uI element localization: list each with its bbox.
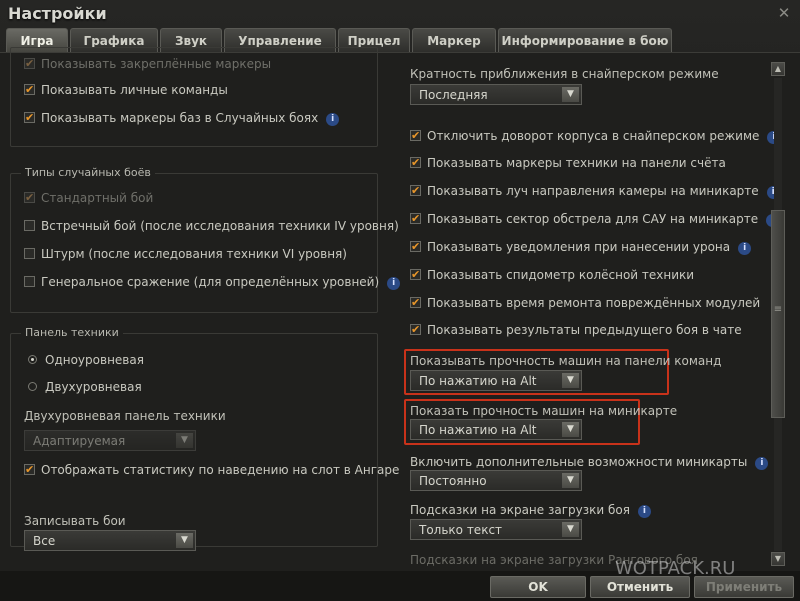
settings-window: Настройки ✕ Игра Графика Звук Управление… <box>0 0 800 601</box>
tab-battle-info[interactable]: Информирование в бою <box>498 28 672 52</box>
checkbox-icon[interactable] <box>24 220 35 231</box>
checkbox-grand-battle[interactable]: Генеральное сражение (для определённых у… <box>24 273 401 291</box>
minimap-hp-label: Показать прочность машин на миникарте <box>410 404 678 418</box>
radio-single-level[interactable]: Одноуровневая <box>28 351 144 369</box>
radio-icon[interactable] <box>28 382 37 391</box>
window-title: Настройки <box>8 4 107 23</box>
checkbox-spg-sector[interactable]: Показывать сектор обстрела для САУ на ми… <box>410 210 780 228</box>
checkbox-icon[interactable] <box>24 248 35 259</box>
minimap-hp-dropdown[interactable]: По нажатию на Alt ▼ <box>410 419 582 440</box>
chevron-down-icon[interactable]: ▼ <box>176 533 193 548</box>
checkbox-icon[interactable] <box>24 55 35 73</box>
checkbox-repair-time[interactable]: Показывать время ремонта повреждённых мо… <box>410 294 760 312</box>
minimap-extra-dropdown[interactable]: Постоянно ▼ <box>410 470 582 491</box>
checkbox-score-markers[interactable]: Показывать маркеры техники на панели счё… <box>410 154 726 172</box>
checkbox-icon[interactable] <box>410 266 421 284</box>
chevron-down-icon[interactable]: ▼ <box>562 473 579 488</box>
checkbox-prev-battle[interactable]: Показывать результаты предыдущего боя в … <box>410 321 742 339</box>
cancel-button[interactable]: Отменить <box>590 576 690 598</box>
record-battles-label: Записывать бои <box>24 514 126 528</box>
checkbox-icon <box>24 189 35 207</box>
info-icon[interactable]: i <box>738 242 752 255</box>
checkbox-standard-battle: Стандартный бой <box>24 189 153 207</box>
info-icon[interactable]: i <box>755 457 769 470</box>
watermark: WOTPACK.RU <box>615 558 736 579</box>
checkbox-icon[interactable] <box>410 294 421 312</box>
checkbox-personal-teams[interactable]: Показывать личные команды <box>24 81 228 99</box>
title-bar: Настройки ✕ <box>0 0 800 30</box>
checkbox-icon[interactable] <box>24 276 35 287</box>
chevron-down-icon[interactable]: ▼ <box>562 373 579 388</box>
loading-tips-label: Подсказки на экране загрузки боя i <box>410 501 651 519</box>
checkbox-icon[interactable] <box>410 238 421 256</box>
zoom-label: Кратность приближения в снайперском режи… <box>410 67 719 81</box>
apply-button[interactable]: Применить <box>694 576 794 598</box>
two-level-panel-label: Двухуровневая панель техники <box>24 409 226 423</box>
checkbox-icon[interactable] <box>24 461 35 479</box>
checkbox-damage-notify[interactable]: Показывать уведомления при нанесении уро… <box>410 238 752 256</box>
record-battles-dropdown[interactable]: Все ▼ <box>24 530 196 551</box>
team-hp-label: Показывать прочность машин на панели ком… <box>410 354 722 368</box>
checkbox-icon[interactable] <box>410 154 421 172</box>
chevron-down-icon[interactable]: ▼ <box>562 422 579 437</box>
checkbox-base-markers[interactable]: Показывать маркеры баз в Случайных бояхi <box>24 109 340 127</box>
checkbox-encounter-battle[interactable]: Встречный бой (после исследования техник… <box>24 217 399 235</box>
chevron-down-icon[interactable]: ▼ <box>562 522 579 537</box>
radio-two-level[interactable]: Двухуровневая <box>28 378 142 396</box>
minimap-extra-label: Включить дополнительные возможности мини… <box>410 453 769 471</box>
tab-marker[interactable]: Маркер <box>412 28 496 52</box>
scroll-up-button[interactable]: ▲ <box>771 62 785 76</box>
checkbox-speedometer[interactable]: Показывать спидометр колёсной техники <box>410 266 694 284</box>
two-level-panel-dropdown: Адаптируемая ▼ <box>24 430 196 451</box>
checkbox-icon[interactable] <box>410 127 421 145</box>
checkbox-icon[interactable] <box>410 210 421 228</box>
ok-button[interactable]: OK <box>490 576 586 598</box>
group-title: Типы случайных боёв <box>21 166 155 179</box>
group-title: Панель техники <box>21 326 123 339</box>
radio-icon[interactable] <box>28 355 37 364</box>
scroll-down-button[interactable]: ▼ <box>771 552 785 566</box>
info-icon[interactable]: i <box>326 113 340 126</box>
loading-tips-dropdown[interactable]: Только текст ▼ <box>410 519 582 540</box>
info-icon[interactable]: i <box>387 277 401 290</box>
zoom-dropdown[interactable]: Последняя ▼ <box>410 84 582 105</box>
checkbox-icon[interactable] <box>24 81 35 99</box>
checkbox-assault[interactable]: Штурм (после исследования техники VI уро… <box>24 245 347 263</box>
grip-icon: ≡ <box>773 304 783 315</box>
scrollbar[interactable]: ▲ ≡ ▼ <box>771 62 785 567</box>
chevron-down-icon: ▼ <box>176 433 193 448</box>
info-icon[interactable]: i <box>637 505 651 518</box>
checkbox-icon[interactable] <box>24 109 35 127</box>
settings-content: Показывать закреплённые маркеры Показыва… <box>0 47 800 571</box>
close-icon[interactable]: ✕ <box>776 5 792 21</box>
chevron-down-icon[interactable]: ▼ <box>562 87 579 102</box>
scroll-thumb[interactable]: ≡ <box>771 210 785 418</box>
checkbox-hull-lock[interactable]: Отключить доворот корпуса в снайперском … <box>410 127 781 145</box>
checkbox-icon[interactable] <box>410 182 421 200</box>
checkbox-fixed-markers[interactable]: Показывать закреплённые маркеры <box>24 55 271 73</box>
checkbox-hangar-stats[interactable]: Отображать статистику по наведению на сл… <box>24 461 399 479</box>
team-hp-dropdown[interactable]: По нажатию на Alt ▼ <box>410 370 582 391</box>
checkbox-camera-ray[interactable]: Показывать луч направления камеры на мин… <box>410 182 780 200</box>
checkbox-icon[interactable] <box>410 321 421 339</box>
